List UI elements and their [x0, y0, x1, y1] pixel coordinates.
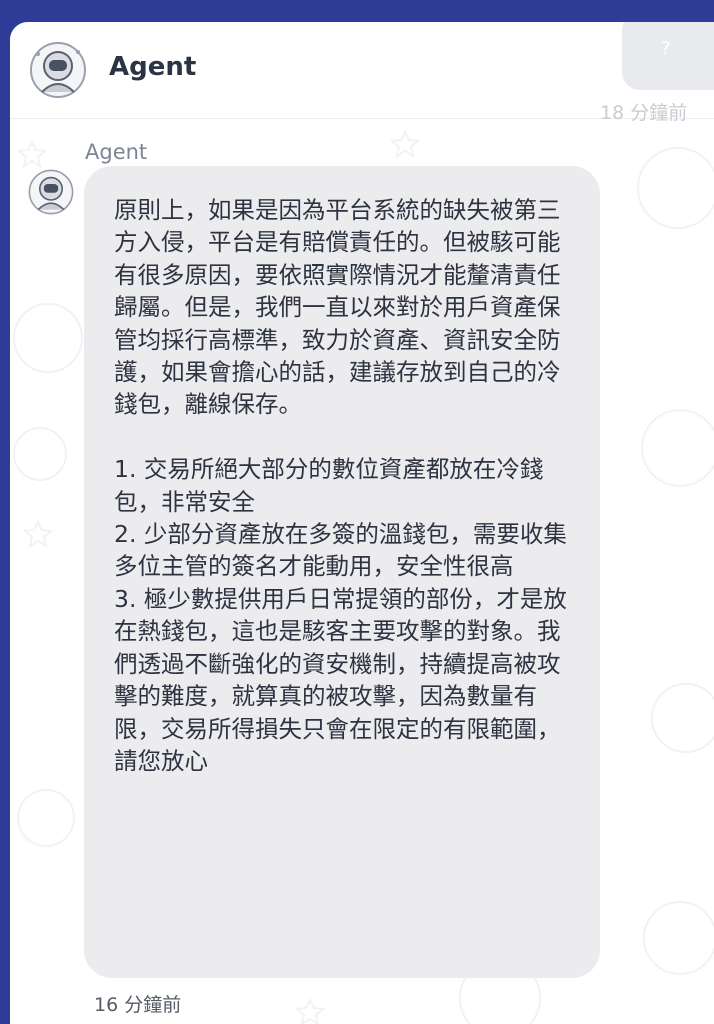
message-text: 原則上，如果是因為平台系統的缺失被第三方入侵，平台是有賠償責任的。但被駭可能有很… — [114, 196, 567, 775]
message-timestamp: 16 分鐘前 — [94, 994, 182, 1016]
astronaut-avatar-icon — [28, 169, 74, 215]
previous-message-timestamp: 18 分鐘前 — [600, 102, 688, 124]
chat-panel: Agent ? 18 分鐘前 Agent 原則上，如果是因為平台系統的缺失被第三… — [10, 22, 714, 1024]
chat-title: Agent — [109, 52, 197, 82]
message-sender-name: Agent — [85, 140, 148, 164]
message-bubble: 原則上，如果是因為平台系統的缺失被第三方入侵，平台是有賠償責任的。但被駭可能有很… — [84, 166, 600, 978]
question-icon: ? — [661, 38, 671, 59]
astronaut-avatar-icon — [30, 42, 86, 98]
